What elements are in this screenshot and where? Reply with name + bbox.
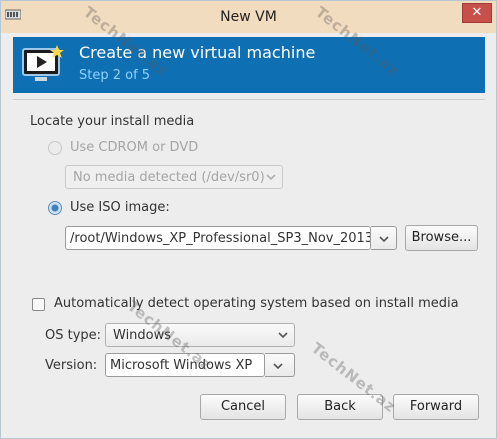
version-dropdown[interactable] [265,353,295,377]
cdrom-media-combo[interactable]: No media detected (/dev/sr0) [65,165,283,189]
step-indicator: Step 2 of 5 [79,68,151,83]
version-input[interactable]: Microsoft Windows XP [105,353,265,377]
forward-button[interactable]: Forward [393,394,479,420]
cdrom-option-label: Use CDROM or DVD [70,140,199,155]
chevron-down-icon [278,332,288,339]
iso-history-dropdown[interactable] [371,226,397,250]
chevron-down-icon [273,363,283,370]
new-vm-window: New VM ✕ Create a new virtual machine St… [0,0,497,439]
banner-heading: Create a new virtual machine [79,43,316,62]
os-type-combo[interactable]: Windows [105,323,295,347]
version-value: Microsoft Windows XP [110,358,253,373]
iso-option-label: Use ISO image: [70,200,170,215]
close-button[interactable]: ✕ [462,3,492,23]
iso-radio[interactable] [48,201,62,215]
header-banner: Create a new virtual machine Step 2 of 5 [13,37,485,93]
vm-monitor-icon [22,45,64,81]
auto-detect-checkbox[interactable] [32,298,45,311]
window-title: New VM [220,9,277,25]
install-media-label: Locate your install media [30,114,195,129]
auto-detect-label: Automatically detect operating system ba… [54,296,459,311]
iso-path-value: /root/Windows_XP_Professional_SP3_Nov_20… [70,231,371,246]
os-type-value: Windows [113,328,172,343]
cancel-button[interactable]: Cancel [200,394,286,420]
chevron-down-icon [266,174,276,181]
divider [13,99,485,100]
cdrom-radio[interactable] [48,141,62,155]
title-bar[interactable]: New VM ✕ [1,1,496,33]
os-type-label: OS type: [45,328,102,343]
chevron-down-icon [379,236,389,243]
version-label: Version: [45,358,98,373]
cdrom-media-value: No media detected (/dev/sr0) [73,170,265,185]
iso-path-input[interactable]: /root/Windows_XP_Professional_SP3_Nov_20… [65,226,371,250]
back-button[interactable]: Back [297,394,383,420]
browse-button[interactable]: Browse... [405,225,478,251]
